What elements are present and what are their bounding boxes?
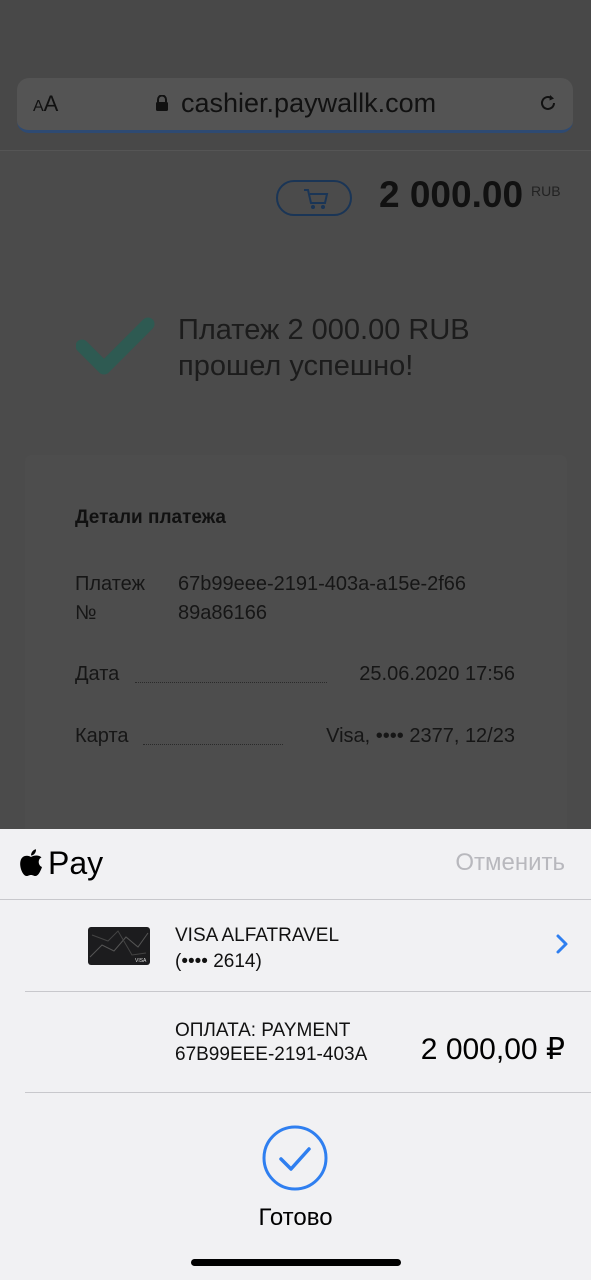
date-leader (135, 682, 327, 683)
order-amount: 2 000.00 (379, 174, 524, 215)
text-size-button[interactable]: AA (33, 91, 58, 117)
payment-number-value: 67b99eee-2191-403a-a15e-2f66 89a86166 (178, 573, 467, 624)
browser-toolbar: AA cashier.paywallk.com (0, 0, 591, 151)
card-value: Visa, •••• 2377, 12/23 (326, 725, 515, 747)
home-indicator[interactable] (191, 1259, 401, 1266)
address-bar[interactable]: AA cashier.paywallk.com (17, 78, 573, 133)
done-label: Готово (258, 1204, 333, 1231)
apple-pay-sheet: Pay Отменить VISA VISA ALFATRAVEL (•••• … (0, 829, 591, 1280)
divider (25, 1092, 591, 1093)
success-check-icon (76, 317, 155, 375)
date-label: Дата (75, 663, 120, 685)
payment-description: ОПЛАТА: PAYMENT 67B99EEE-2191-403A (175, 1020, 368, 1065)
payment-amount: 2 000,00 ₽ (420, 1033, 565, 1066)
payment-details-card: Детали платежа Платеж № 67b99eee-2191-40… (25, 455, 567, 835)
cancel-button[interactable]: Отменить (455, 849, 565, 877)
apple-pay-logo: Pay (18, 845, 103, 881)
done-check-icon (262, 1125, 328, 1191)
card-leader (143, 744, 283, 745)
divider (25, 991, 591, 992)
date-value: 25.06.2020 17:56 (359, 663, 515, 685)
cart-icon (304, 189, 329, 209)
card-map-pattern: VISA (89, 930, 149, 964)
order-currency: RUB (531, 183, 561, 199)
selected-card[interactable]: VISA ALFATRAVEL (•••• 2614) (175, 923, 339, 975)
payment-number-label: Платеж № (75, 573, 145, 624)
success-message: Платеж 2 000.00 RUB прошел успешно! (178, 314, 470, 382)
chevron-right-icon[interactable] (555, 933, 569, 955)
lock-icon (156, 95, 168, 111)
card-label: Карта (75, 725, 129, 747)
apple-icon (20, 849, 42, 876)
svg-text:VISA: VISA (135, 958, 147, 964)
url-text: cashier.paywallk.com (181, 88, 437, 118)
details-title: Детали платежа (75, 507, 226, 528)
card-thumbnail[interactable]: VISA (88, 927, 150, 965)
reload-icon[interactable] (537, 92, 559, 114)
cart-button[interactable] (276, 180, 352, 216)
divider (0, 899, 591, 900)
